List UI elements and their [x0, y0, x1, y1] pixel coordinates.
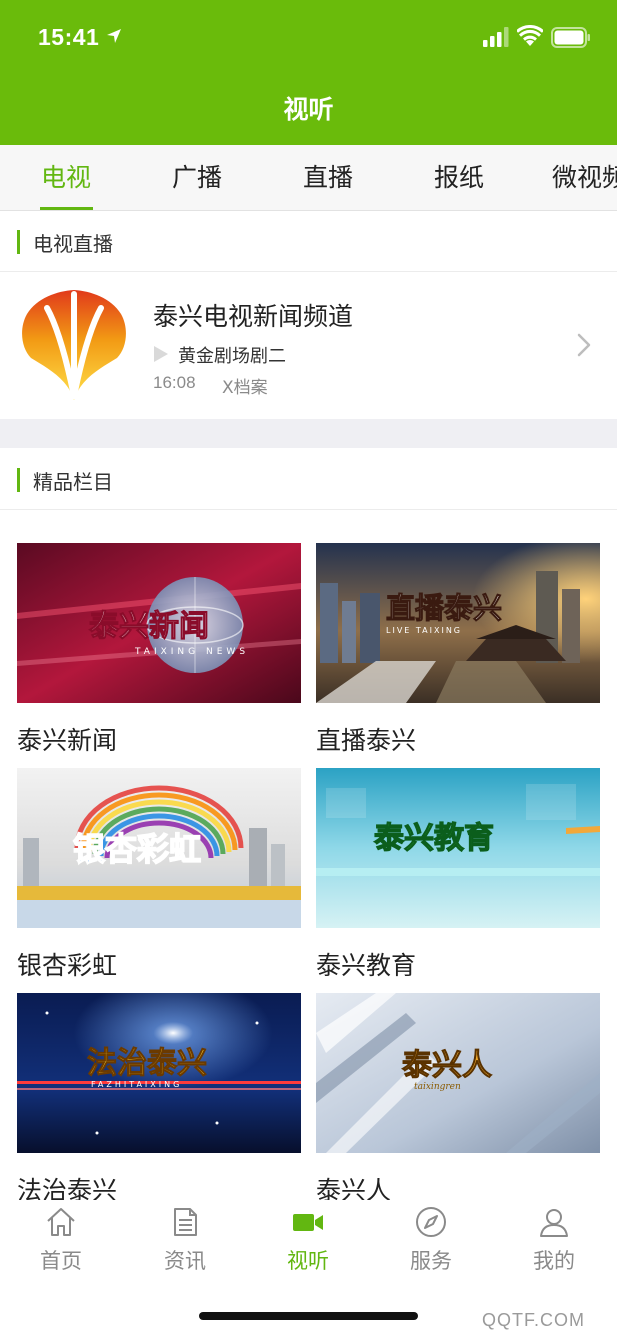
program-thumbnail[interactable]: 泰兴教育	[316, 768, 600, 928]
next-program-name: X档案	[222, 378, 268, 398]
nav-news-label: 资讯	[164, 1249, 206, 1273]
document-icon	[174, 1208, 197, 1236]
program-thumbnail[interactable]: 直播泰兴 LIVE TAIXING	[316, 543, 600, 703]
tab-micro-video[interactable]: 微视频	[530, 145, 617, 210]
nav-news[interactable]: 资讯	[135, 1200, 235, 1280]
thumb-title: 泰兴新闻	[89, 609, 209, 644]
category-tabs: 电视 广播 直播 报纸 微视频	[0, 145, 617, 211]
thumb-title: 直播泰兴	[386, 591, 502, 625]
thumb-title: 泰兴人	[402, 1048, 492, 1083]
home-indicator[interactable]	[199, 1312, 418, 1320]
nav-services[interactable]: 服务	[381, 1200, 481, 1280]
tab-tv[interactable]: 电视	[6, 145, 126, 210]
home-icon	[47, 1208, 75, 1236]
program-title[interactable]: 银杏彩虹	[17, 946, 117, 982]
live-section-header: 电视直播	[0, 212, 617, 272]
thumb-subtitle: TAIXING NEWS	[134, 647, 249, 657]
program-title[interactable]: 泰兴教育	[316, 946, 416, 982]
nav-profile[interactable]: 我的	[504, 1200, 604, 1280]
section-accent-bar	[17, 468, 20, 492]
thumb-subtitle: taixingren	[414, 1082, 461, 1092]
program-title[interactable]: 泰兴新闻	[17, 721, 117, 757]
nav-profile-label: 我的	[533, 1249, 575, 1273]
section-divider	[0, 419, 617, 448]
video-camera-icon	[293, 1214, 323, 1231]
current-program: 黄金剧场剧二	[178, 346, 286, 367]
program-thumbnail[interactable]: 泰兴新闻 TAIXING NEWS	[17, 543, 301, 703]
nav-home-label: 首页	[40, 1249, 82, 1273]
program-title[interactable]: 直播泰兴	[316, 721, 416, 757]
nav-services-label: 服务	[410, 1249, 452, 1273]
thumb-title: 银杏彩虹	[73, 830, 201, 868]
featured-section-header: 精品栏目	[0, 450, 617, 510]
channel-logo-ginkgo-icon	[22, 290, 126, 400]
compass-icon	[416, 1207, 446, 1237]
nav-home[interactable]: 首页	[11, 1200, 111, 1280]
program-thumbnail[interactable]: 银杏彩虹	[17, 768, 301, 928]
wifi-icon	[517, 25, 543, 46]
status-time: 15:41	[38, 24, 100, 50]
cellular-signal-icon	[483, 27, 509, 47]
app-header: 15:41 视听	[0, 0, 617, 145]
thumb-title: 法治泰兴	[87, 1046, 207, 1081]
nav-media-label: 视听	[287, 1249, 329, 1273]
program-thumbnail[interactable]: 泰兴人 taixingren	[316, 993, 600, 1153]
channel-name[interactable]: 泰兴电视新闻频道	[153, 297, 353, 333]
tab-newspaper[interactable]: 报纸	[399, 145, 519, 210]
chevron-right-icon[interactable]	[576, 333, 592, 357]
battery-icon	[551, 27, 590, 48]
section-accent-bar	[17, 230, 20, 254]
location-arrow-icon	[107, 29, 121, 43]
page-title: 视听	[283, 95, 334, 124]
nav-media[interactable]: 视听	[258, 1200, 358, 1280]
tab-radio[interactable]: 广播	[137, 145, 257, 210]
featured-section-title: 精品栏目	[33, 470, 113, 494]
program-thumbnail[interactable]: 法治泰兴 FAZHITAIXING	[17, 993, 301, 1153]
live-section-title: 电视直播	[33, 232, 113, 256]
thumb-subtitle: FAZHITAIXING	[91, 1080, 182, 1089]
next-program-time: 16:08	[153, 373, 196, 392]
active-tab-indicator	[40, 207, 93, 210]
user-icon	[540, 1209, 568, 1237]
thumb-title: 泰兴教育	[374, 821, 494, 856]
play-icon	[154, 346, 168, 362]
status-bar: 15:41	[0, 0, 617, 75]
thumb-subtitle: LIVE TAIXING	[386, 626, 462, 635]
tab-live[interactable]: 直播	[268, 145, 388, 210]
watermark: QQTF.COM	[482, 1310, 585, 1330]
